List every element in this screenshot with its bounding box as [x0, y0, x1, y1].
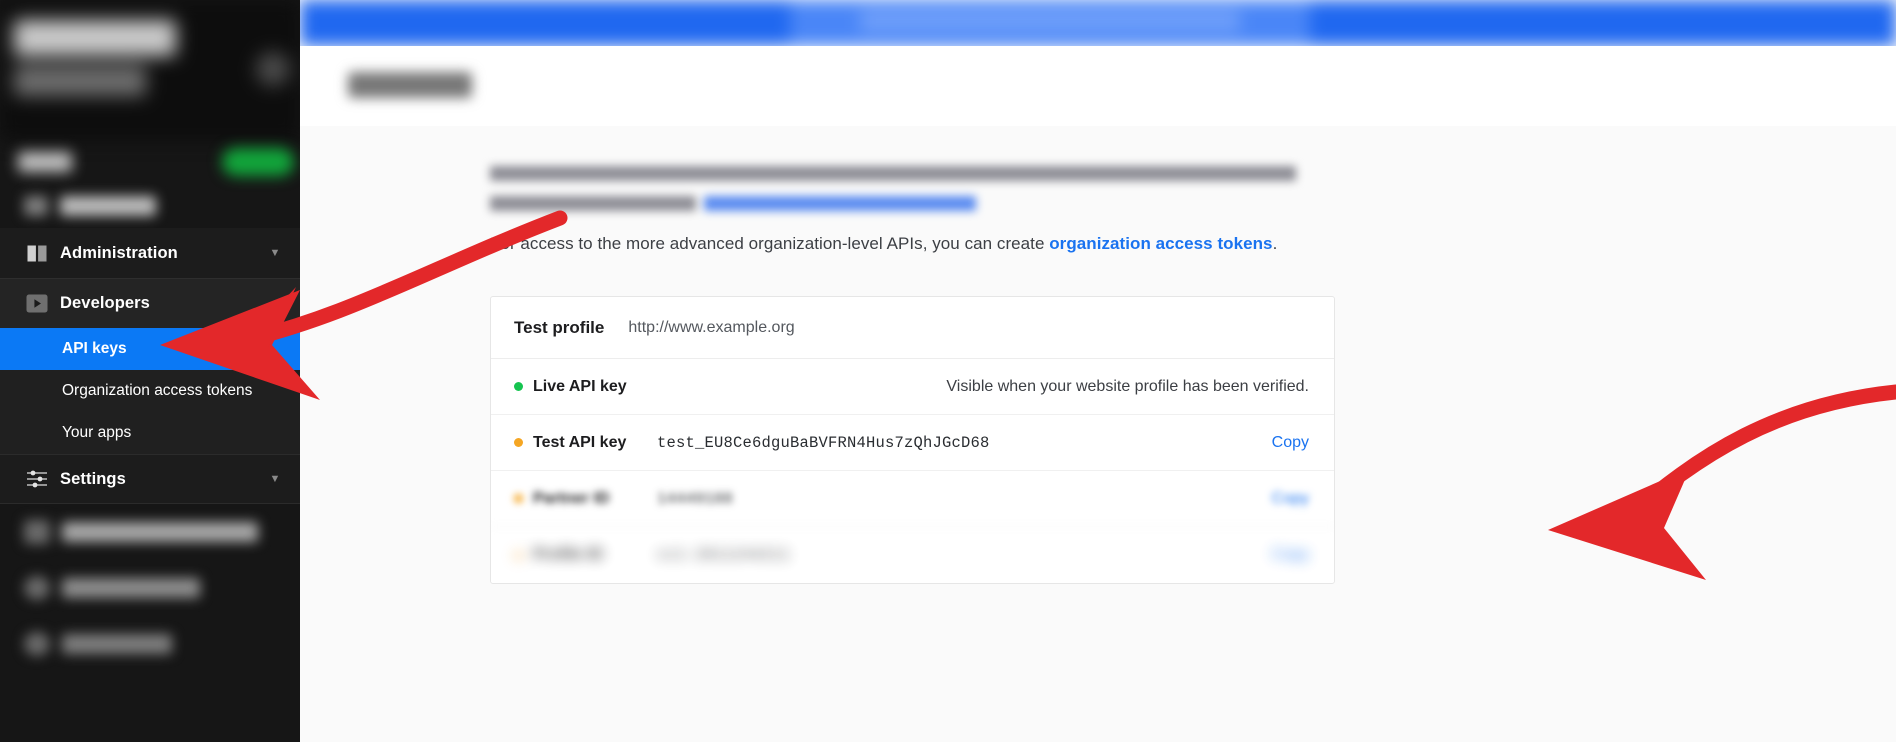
intro-paragraph-blurred [490, 162, 1310, 218]
chevron-down-icon[interactable]: ▼ [262, 473, 288, 485]
intro-line-2-link[interactable] [704, 196, 976, 211]
sidebar-item-label: Developers [60, 294, 150, 312]
sidebar-item-help-center[interactable] [0, 560, 300, 616]
play-square-icon [24, 294, 50, 314]
table-row: Profile ID cc1-2811244211 Copy [491, 527, 1334, 583]
table-row: Test API key test_EU8Ce6dguBaBVFRN4Hus7z… [491, 415, 1334, 471]
page-title [348, 72, 472, 98]
sidebar: Administration ▼ Developers API keys Org… [0, 0, 300, 742]
paragraph-text-after: . [1272, 234, 1278, 253]
sidebar-subitem-label: Organization access tokens [62, 382, 253, 399]
sidebar-item-label: Settings [60, 469, 126, 488]
organization-access-tokens-link[interactable]: organization access tokens [1049, 234, 1272, 253]
sidebar-bottom-actions [0, 504, 300, 672]
sidebar-item-developers[interactable]: Developers [0, 278, 300, 328]
sidebar-item-label: Administration [60, 243, 178, 262]
top-banner[interactable] [300, 0, 1896, 46]
sidebar-item-label-placeholder [62, 578, 200, 598]
row-label: Live API key [533, 377, 627, 395]
intro-line-1 [490, 166, 1296, 181]
row-label: Partner ID [533, 489, 610, 507]
test-api-key-value[interactable]: test_EU8Ce6dguBaBVFRN4Hus7zQhJGcD68 [657, 434, 1272, 452]
status-dot-live [514, 382, 523, 391]
sidebar-item-settings[interactable]: Settings ▼ [0, 454, 300, 504]
paragraph-text-before: For access to the more advanced organiza… [490, 234, 1050, 253]
main-region: For access to the more advanced organiza… [300, 0, 1896, 742]
help-icon [24, 576, 50, 600]
row-label: Profile ID [533, 546, 604, 563]
sidebar-item-logout[interactable] [0, 616, 300, 672]
account-summary-blurred[interactable] [0, 0, 300, 140]
sidebar-item-label-placeholder [62, 634, 172, 654]
profile-title: Test profile [514, 317, 605, 337]
account-subtitle-placeholder [14, 66, 146, 96]
book-icon [24, 243, 50, 263]
sidebar-subitem-label: API keys [62, 340, 127, 357]
table-row: Partner ID 14449188 Copy [491, 471, 1334, 527]
status-dot-test [514, 438, 523, 447]
sidebar-item-api-keys[interactable]: API keys [0, 328, 300, 370]
top-banner-text-placeholder [860, 10, 1240, 32]
sidebar-item-label-placeholder [62, 522, 258, 542]
partner-id-value[interactable]: 14449188 [657, 490, 1272, 508]
card-header: Test profile http://www.example.org [491, 297, 1334, 359]
page-header [300, 46, 1896, 126]
sidebar-item-statistics[interactable] [0, 186, 300, 228]
status-dot-partner [514, 494, 523, 503]
balance-label-placeholder [18, 152, 72, 172]
sidebar-item-organization-access-tokens[interactable]: Organization access tokens [0, 370, 300, 412]
extra-row-value[interactable]: cc1-2811244211 [657, 546, 1272, 564]
organization-api-paragraph: For access to the more advanced organiza… [490, 234, 1277, 254]
sliders-icon [24, 469, 50, 489]
profile-url: http://www.example.org [628, 318, 795, 336]
account-name-placeholder [14, 20, 176, 56]
sidebar-item-your-apps[interactable]: Your apps [0, 412, 300, 454]
copy-button-extra[interactable]: Copy [1272, 546, 1309, 564]
copy-button-test-key[interactable]: Copy [1272, 434, 1309, 452]
developers-subnav: API keys Organization access tokens Your… [0, 328, 300, 454]
pencil-icon [24, 520, 50, 544]
chevron-down-icon[interactable]: ▼ [262, 247, 288, 259]
sidebar-subitem-label: Your apps [62, 424, 132, 441]
balance-badge [222, 148, 294, 176]
user-icon [24, 632, 50, 656]
table-row: Live API key Visible when your website p… [491, 359, 1334, 415]
row-label: Test API key [533, 433, 627, 451]
api-keys-card: Test profile http://www.example.org Live… [490, 296, 1335, 584]
live-key-note: Visible when your website profile has be… [946, 377, 1309, 395]
balance-row-blurred[interactable] [0, 140, 300, 184]
avatar[interactable] [256, 52, 290, 86]
status-dot-extra [514, 550, 523, 560]
sidebar-item-create-payment-request[interactable] [0, 504, 300, 560]
chart-icon [24, 196, 48, 216]
copy-button-partner-id[interactable]: Copy [1272, 490, 1309, 508]
page-content: For access to the more advanced organiza… [300, 126, 1896, 742]
intro-line-2-text [490, 196, 696, 211]
sidebar-item-administration[interactable]: Administration ▼ [0, 228, 300, 278]
app-window: Administration ▼ Developers API keys Org… [0, 0, 1896, 742]
sidebar-item-label-placeholder [60, 196, 156, 216]
